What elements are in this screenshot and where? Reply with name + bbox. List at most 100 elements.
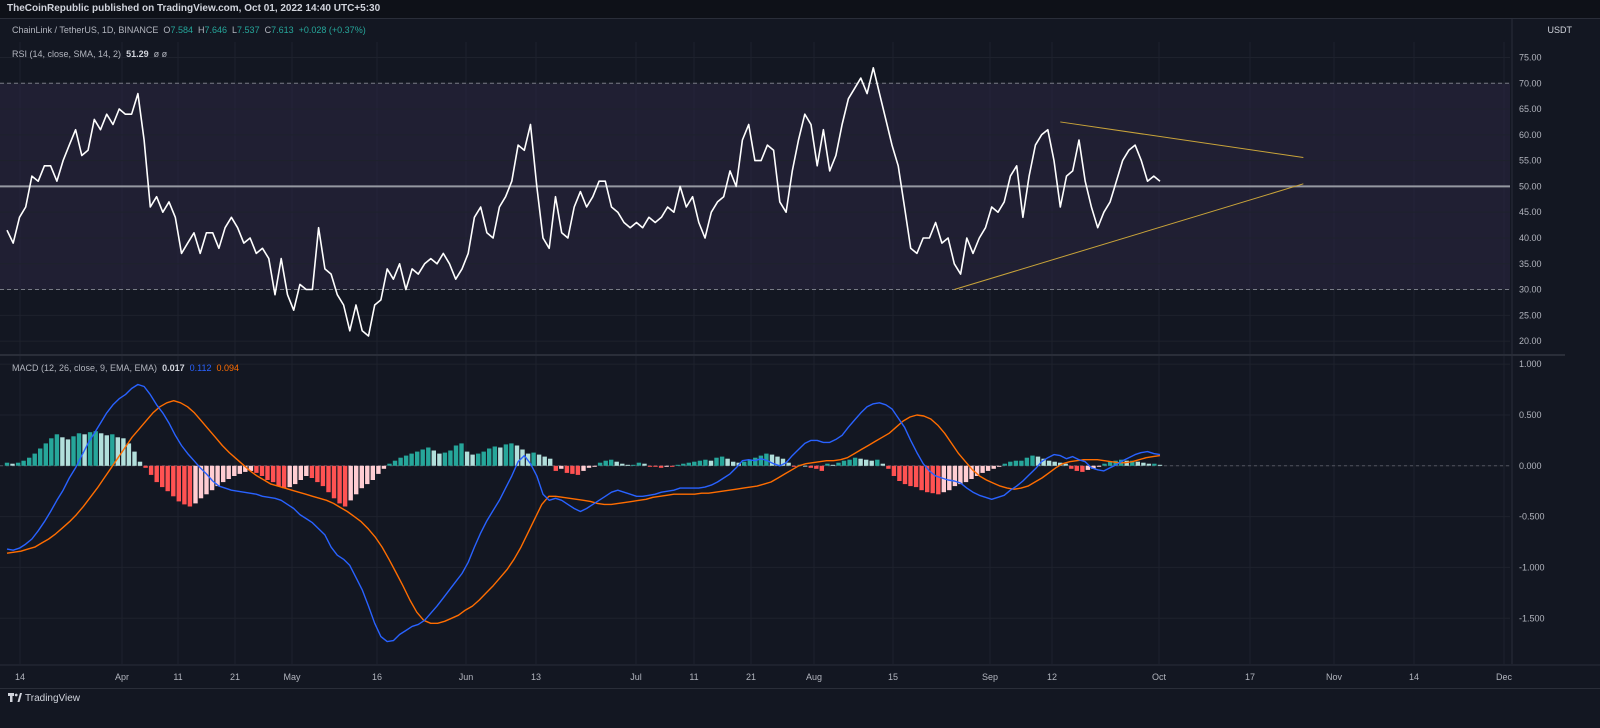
macd-histogram-bar: [620, 463, 625, 466]
macd-histogram-bar: [958, 465, 963, 485]
macd-histogram-bar: [886, 465, 891, 469]
x-tick: Nov: [1326, 672, 1343, 682]
macd-histogram-bar: [642, 463, 647, 466]
macd-histogram-bar: [581, 465, 586, 471]
macd-histogram-bar: [365, 465, 370, 485]
macd-histogram-bar: [930, 465, 935, 494]
macd-histogram-bar: [65, 439, 71, 466]
x-tick: 11: [173, 672, 182, 682]
macd-histogram-bar: [891, 465, 897, 476]
macd-histogram-bar: [719, 456, 725, 466]
macd-histogram-bar: [259, 465, 265, 476]
rsi-y-tick: 55.00: [1519, 156, 1542, 166]
macd-histogram-bar: [686, 462, 691, 466]
macd-histogram-bar: [631, 464, 636, 466]
macd-histogram-bar: [864, 459, 869, 466]
macd-y-tick: -1.000: [1519, 562, 1545, 572]
currency-label[interactable]: USDT: [1548, 25, 1573, 35]
macd-histogram-bar: [1046, 460, 1052, 466]
macd-histogram-bar: [869, 460, 874, 466]
macd-histogram-bar: [182, 465, 187, 505]
macd-histogram-bar: [232, 465, 237, 476]
tradingview-logo-icon: [8, 693, 22, 702]
macd-histogram-bar: [148, 465, 154, 475]
macd-histogram-bar: [825, 463, 830, 466]
macd-y-tick: -0.500: [1519, 512, 1545, 522]
macd-histogram-bar: [409, 453, 414, 466]
macd-histogram-bar: [985, 465, 991, 471]
macd-histogram-bar: [1152, 463, 1157, 466]
macd-histogram-bar: [392, 460, 398, 466]
macd-line[interactable]: [6, 383, 1161, 643]
macd-histogram-bar: [487, 448, 492, 466]
macd-histogram-bar: [315, 465, 320, 483]
macd-histogram-bar: [32, 453, 37, 466]
macd-histogram-bar: [1080, 465, 1085, 472]
macd-histogram-bar: [453, 445, 459, 466]
rsi-y-tick: 60.00: [1519, 130, 1542, 140]
macd-histogram-bar: [254, 465, 259, 473]
macd-histogram-bar: [21, 460, 26, 466]
macd-histogram-bar: [603, 460, 608, 466]
rsi-y-tick: 30.00: [1519, 285, 1542, 295]
macd-histogram-bar: [376, 465, 381, 474]
macd-histogram-bar: [415, 451, 420, 466]
macd-histogram-bar: [536, 454, 542, 466]
macd-histogram-bar: [237, 465, 242, 474]
macd-histogram-bar: [1052, 461, 1057, 466]
macd-histogram-bar: [481, 451, 486, 466]
rsi-y-tick: 50.00: [1519, 181, 1542, 191]
tradingview-brand[interactable]: TradingView: [8, 693, 80, 704]
x-tick: 21: [746, 672, 756, 682]
x-tick: Jun: [459, 672, 474, 682]
macd-histogram-bar: [10, 463, 15, 466]
x-tick: Sep: [982, 672, 998, 682]
chart-canvas[interactable]: 14 Apr 11 21 May 16 Jun 13 Jul 11 21 Aug 15 Sep 12 17 Oc…: [0, 0, 1600, 727]
macd-histogram-bar: [1157, 464, 1163, 466]
macd-histogram-bar: [803, 465, 808, 467]
macd-histogram-bar: [880, 463, 885, 466]
macd-histogram-bar: [980, 465, 985, 473]
rsi-legend-value: 51.29: [126, 49, 149, 59]
macd-histogram-bar: [359, 465, 364, 489]
x-tick: 16: [372, 672, 382, 682]
macd-histogram-bar: [326, 465, 331, 493]
macd-legend[interactable]: MACD (12, 26, close, 9, EMA, EMA) 0.017 …: [12, 363, 239, 373]
macd-histogram-bar: [126, 443, 132, 466]
rsi-y-tick: 70.00: [1519, 78, 1542, 88]
macd-histogram-bar: [442, 452, 448, 466]
macd-legend-label: MACD (12, 26, close, 9, EMA, EMA): [12, 363, 158, 373]
macd-signal-line[interactable]: [6, 400, 1161, 624]
rsi-legend-extra: ø ø: [153, 49, 168, 59]
rsi-y-tick: 25.00: [1519, 310, 1542, 320]
macd-histogram-bar: [154, 465, 159, 483]
macd-histogram-bar: [703, 459, 708, 466]
macd-histogram-bar: [919, 465, 924, 491]
macd-histogram-bar: [1135, 461, 1140, 466]
macd-histogram-bar: [420, 449, 425, 466]
macd-histogram-bar: [559, 465, 564, 469]
footer-bar: [0, 688, 1600, 728]
macd-histogram-bar: [459, 443, 464, 466]
x-tick: 15: [888, 672, 898, 682]
macd-histogram-bar: [110, 434, 115, 466]
macd-histogram-bar: [758, 455, 764, 466]
x-tick: Aug: [806, 672, 822, 682]
symbol-legend[interactable]: ChainLink / TetherUS, 1D, BINANCE O7.584…: [12, 25, 366, 35]
macd-histogram-bar: [830, 464, 836, 466]
macd-histogram-bar: [15, 462, 21, 466]
macd-histogram-bar: [470, 454, 475, 466]
macd-histogram-bar: [548, 458, 553, 466]
macd-histogram-bar: [298, 465, 303, 480]
macd-histogram-bar: [708, 460, 714, 466]
x-tick: Jul: [630, 672, 642, 682]
macd-histogram-bar: [304, 465, 309, 476]
brand-label: TradingView: [25, 693, 81, 704]
macd-histogram-bar: [963, 465, 969, 483]
publisher-bar: TheCoinRepublic published on TradingView…: [0, 0, 1600, 19]
macd-histogram-bar: [27, 457, 32, 466]
rsi-y-tick: 20.00: [1519, 336, 1542, 346]
rsi-legend[interactable]: RSI (14, close, SMA, 14, 2) 51.29 ø ø: [12, 49, 167, 59]
macd-histogram-bar: [836, 462, 841, 466]
x-tick: 14: [15, 672, 25, 682]
